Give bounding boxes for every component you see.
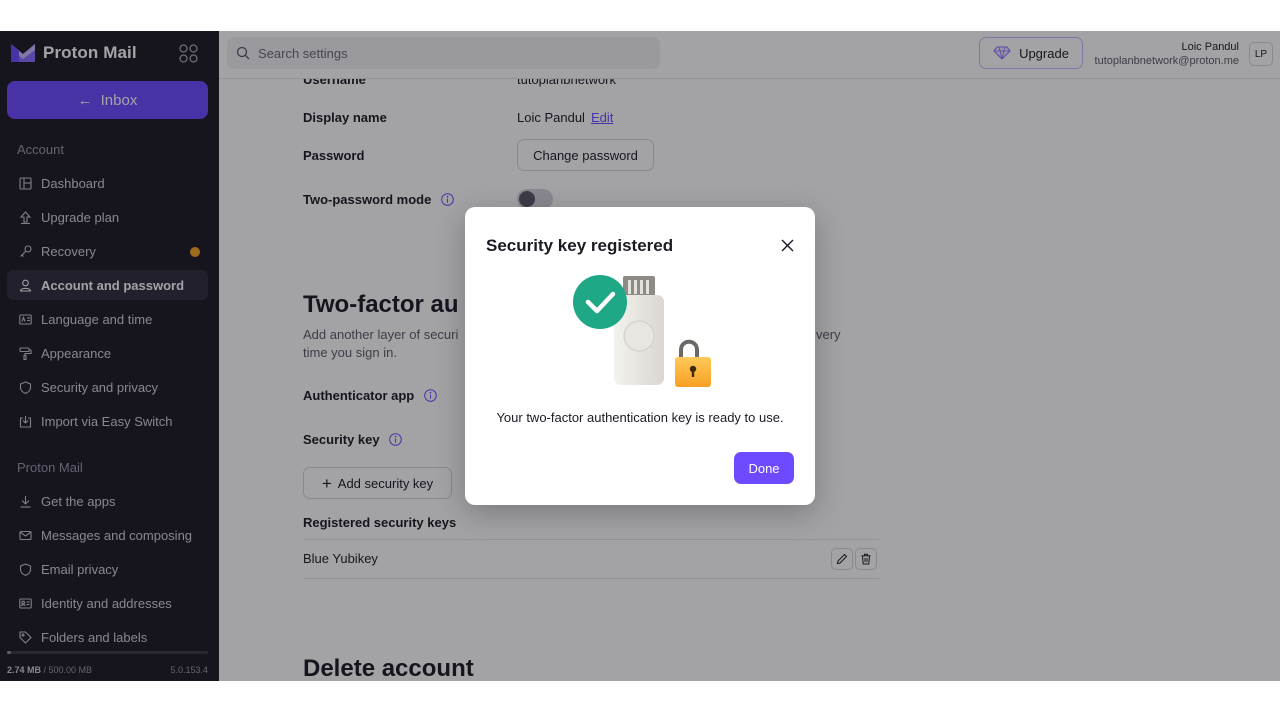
close-icon: [781, 239, 793, 251]
modal-title: Security key registered: [486, 236, 674, 255]
security-key-registered-dialog: Security key registered Your two-factor …: [465, 207, 815, 505]
modal-message: Your two-factor authentication key is re…: [496, 410, 784, 425]
close-button[interactable]: [777, 235, 797, 255]
done-button[interactable]: Done: [734, 452, 794, 484]
security-key-illustration: [573, 275, 711, 387]
success-check-icon: [573, 275, 627, 329]
app-window: Proton Mail ← Inbox Account Dashboard Up…: [0, 31, 1280, 681]
